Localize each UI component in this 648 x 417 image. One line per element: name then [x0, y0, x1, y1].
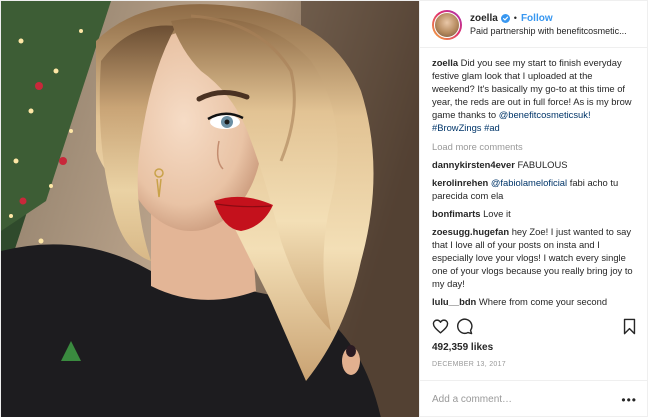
comment-item: bonfimarts Love it [432, 207, 637, 220]
comments-section: zoella Did you see my start to finish ev… [420, 48, 648, 311]
post-side-panel: zoella • Follow Paid partnership with be… [419, 1, 648, 417]
instagram-post: zoella • Follow Paid partnership with be… [0, 0, 648, 417]
header-top-row: zoella • Follow [470, 12, 627, 25]
post-photo[interactable] [1, 1, 419, 417]
comment-text: Love it [483, 208, 511, 219]
verified-badge-icon [500, 14, 510, 23]
comment-mention-link[interactable]: @fabiolameloficial [491, 177, 567, 188]
post-header: zoella • Follow Paid partnership with be… [420, 1, 648, 48]
follow-button[interactable]: Follow [521, 12, 553, 25]
post-actions-bar [420, 311, 648, 341]
post-caption: zoella Did you see my start to finish ev… [432, 56, 637, 134]
comment-item: lulu__bdn Where from come your second ea… [432, 295, 637, 311]
header-text: zoella • Follow Paid partnership with be… [470, 12, 627, 38]
caption-username[interactable]: zoella [432, 57, 458, 68]
like-button[interactable] [428, 314, 452, 338]
comment-username[interactable]: bonfimarts [432, 208, 480, 219]
more-options-button[interactable]: ••• [621, 393, 637, 407]
caption-hashtag-ad[interactable]: #ad [484, 122, 500, 133]
speech-bubble-icon [456, 317, 473, 334]
comment-item: dannykirsten4ever FABULOUS [432, 158, 637, 171]
save-button[interactable] [617, 314, 641, 338]
avatar-photo [434, 12, 460, 38]
caption-mention-link[interactable]: @benefitcosmeticsuk! [499, 109, 591, 120]
selfie-image [1, 1, 419, 417]
avatar[interactable] [432, 10, 462, 40]
comment-button[interactable] [452, 314, 476, 338]
comment-username[interactable]: kerolinrehen [432, 177, 488, 188]
caption-hashtag-browzings[interactable]: #BrowZings [432, 122, 482, 133]
paid-partnership-label[interactable]: Paid partnership with benefitcosmetic... [470, 25, 627, 38]
comment-username[interactable]: lulu__bdn [432, 296, 476, 307]
comment-text: FABULOUS [517, 159, 568, 170]
comment-item: zoesugg.hugefan hey Zoe! I just wanted t… [432, 225, 637, 290]
post-date[interactable]: DECEMBER 13, 2017 [420, 358, 648, 372]
add-comment-bar: ••• [420, 380, 648, 417]
comment-username[interactable]: dannykirsten4ever [432, 159, 515, 170]
header-username[interactable]: zoella [470, 12, 498, 25]
load-more-comments-button[interactable]: Load more comments [432, 140, 637, 153]
likes-count[interactable]: 492,359 likes [420, 341, 648, 355]
header-separator: • [513, 13, 517, 23]
comment-item: kerolinrehen @fabiolameloficial fabi ach… [432, 176, 637, 202]
heart-outline-icon [432, 318, 448, 334]
bookmark-icon [623, 318, 635, 334]
comment-username[interactable]: zoesugg.hugefan [432, 226, 509, 237]
add-comment-input[interactable] [432, 394, 612, 405]
